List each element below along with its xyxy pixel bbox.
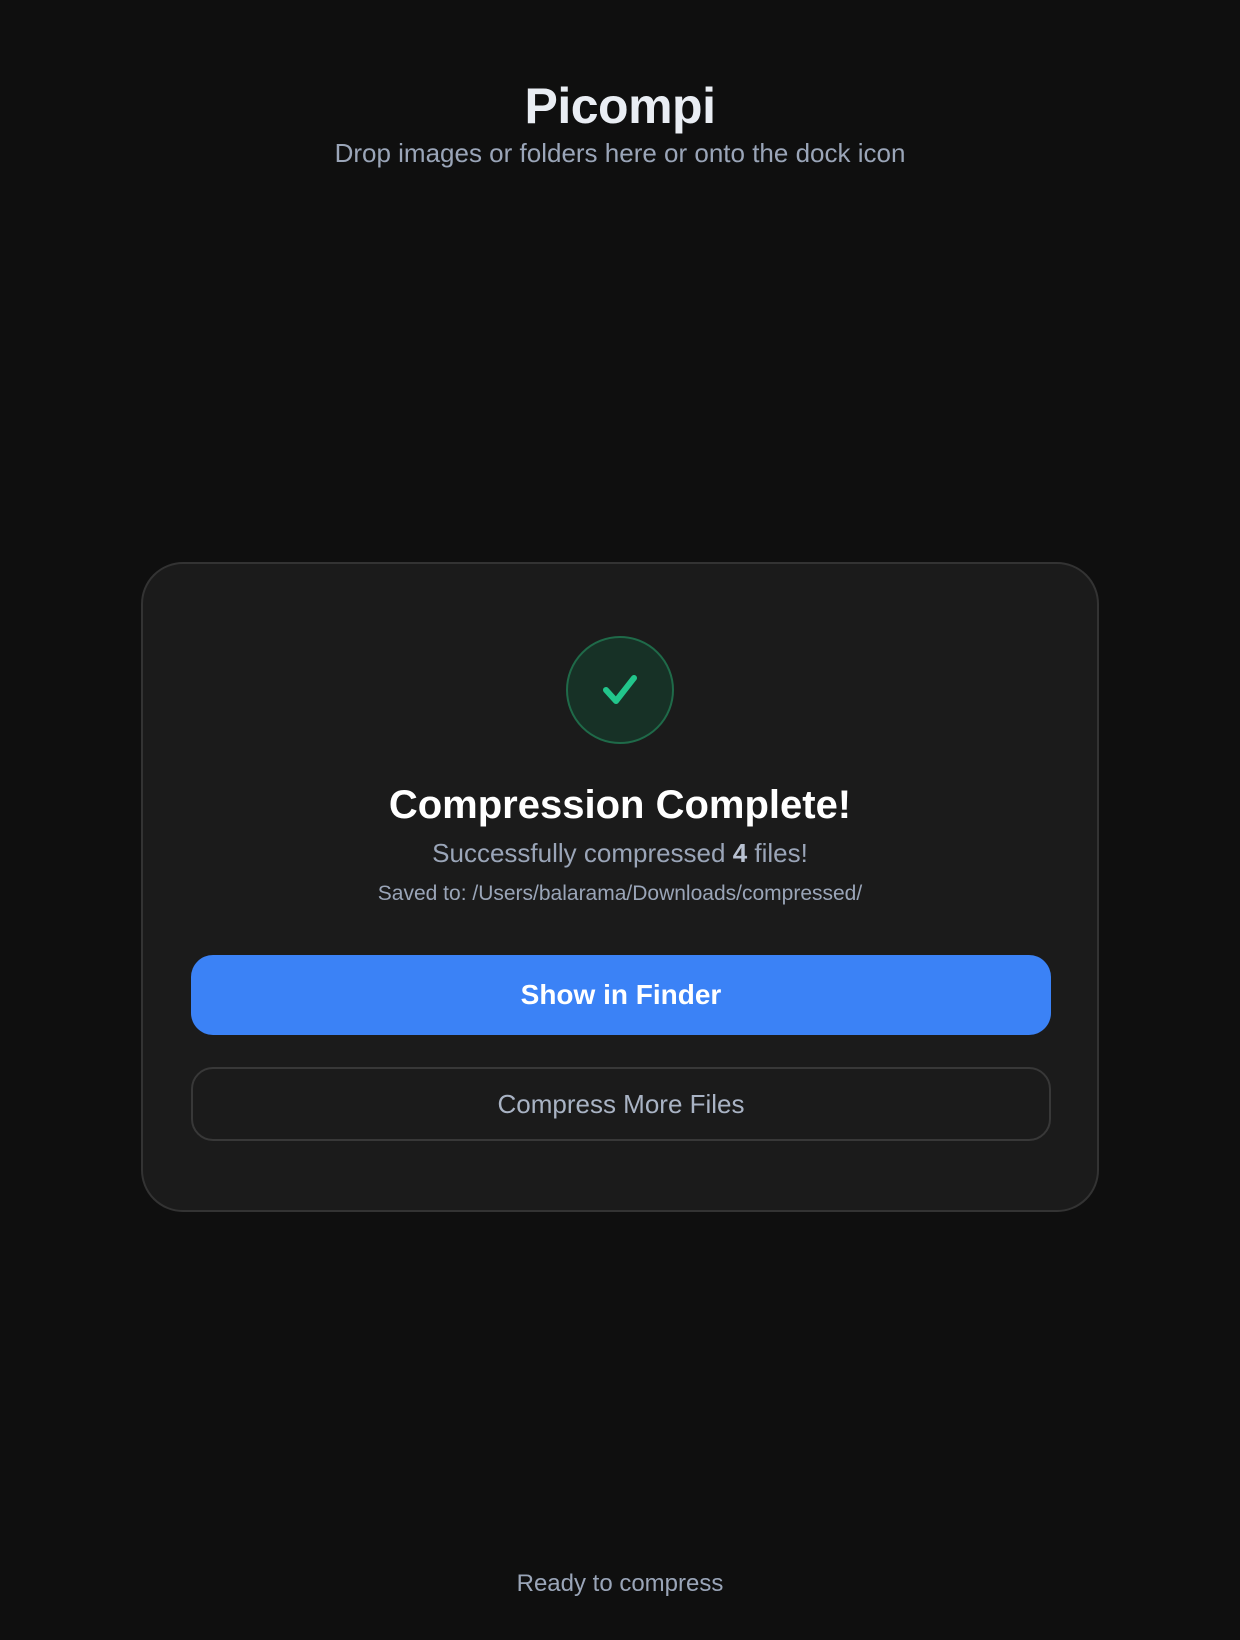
summary-prefix: Successfully compressed <box>432 838 733 868</box>
success-badge <box>566 636 674 744</box>
compress-more-files-button[interactable]: Compress More Files <box>191 1067 1051 1141</box>
app-title: Picompi <box>524 78 716 134</box>
show-in-finder-button[interactable]: Show in Finder <box>191 955 1051 1035</box>
drop-instructions: Drop images or folders here or onto the … <box>334 138 906 168</box>
compression-result-card: Compression Complete! Successfully compr… <box>141 562 1099 1212</box>
checkmark-icon <box>603 675 637 704</box>
result-title: Compression Complete! <box>388 783 852 827</box>
file-count: 4 <box>732 838 748 868</box>
summary-suffix: files! <box>747 838 808 868</box>
saved-path: Saved to: /Users/balarama/Downloads/comp… <box>377 882 863 905</box>
app-header: Picompi Drop images or folders here or o… <box>0 76 1240 170</box>
status-text: Ready to compress <box>516 1570 724 1597</box>
result-summary: Successfully compressed 4 files! <box>143 836 1097 870</box>
